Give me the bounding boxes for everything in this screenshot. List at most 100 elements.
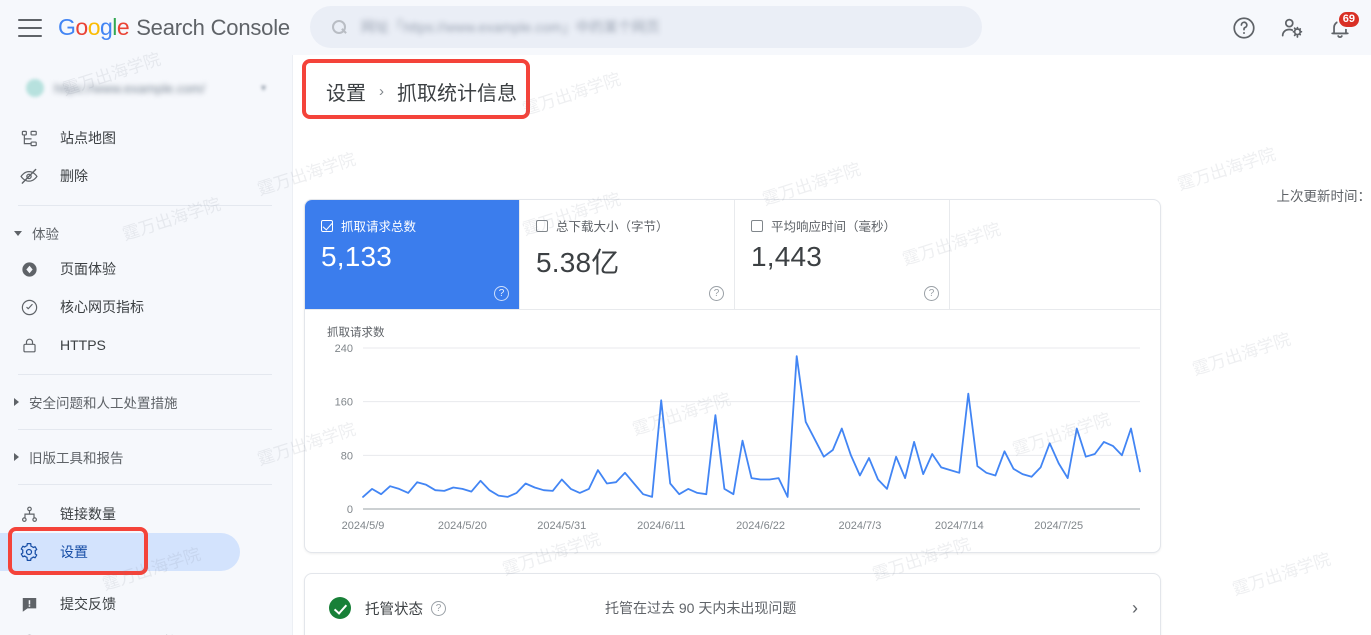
crawl-requests-chart: 抓取请求数 0801602402024/5/92024/5/202024/5/3…	[305, 310, 1160, 553]
metric-card-total-download-size[interactable]: 总下载大小（字节） 5.38亿 ?	[520, 200, 735, 309]
sidebar-item-label: 页面体验	[60, 259, 116, 279]
feedback-icon	[18, 593, 40, 615]
sidebar-item-settings[interactable]: 设置	[0, 533, 240, 571]
chevron-right-icon: ›	[379, 83, 384, 100]
chevron-right-icon[interactable]: ›	[1132, 598, 1138, 619]
metric-cards-filler	[950, 200, 1160, 309]
sidebar-group-label: 旧版工具和报告	[29, 447, 124, 467]
eye-off-icon	[18, 165, 40, 187]
metric-card-value: 5,133	[321, 241, 505, 273]
breadcrumb-current: 抓取统计信息	[397, 77, 517, 106]
bell-icon[interactable]: 69	[1327, 15, 1353, 41]
gear-icon	[18, 541, 40, 563]
sidebar-item-about-search-console[interactable]: Search Console 简介	[0, 623, 240, 635]
chart-x-tick-label: 2024/6/11	[637, 520, 685, 532]
sidebar-item-label: 删除	[60, 166, 88, 186]
metric-card-header: 抓取请求总数	[321, 216, 505, 235]
metric-card-header: 平均响应时间（毫秒）	[751, 216, 935, 235]
hosting-status-label: 托管状态 ?	[365, 598, 446, 619]
metric-cards: 抓取请求总数 5,133 ? 总下载大小（字节） 5.38亿 ?	[305, 200, 1160, 310]
divider	[18, 484, 272, 485]
sidebar-item-page-experience[interactable]: 页面体验	[0, 250, 240, 288]
divider	[18, 429, 272, 430]
sidebar-group-label: 体验	[32, 223, 59, 243]
checkbox-icon[interactable]	[321, 220, 333, 232]
crawl-stats-panel: 抓取请求总数 5,133 ? 总下载大小（字节） 5.38亿 ?	[304, 199, 1161, 553]
core-web-vitals-icon	[18, 296, 40, 318]
sidebar-item-label: 核心网页指标	[60, 297, 144, 317]
metric-card-value: 1,443	[751, 241, 935, 273]
help-circle-icon[interactable]: ?	[709, 286, 724, 301]
metric-card-label: 总下载大小（字节）	[556, 216, 669, 235]
last-update-label: 上次更新时间：	[1277, 185, 1371, 205]
top-bar-actions: 69	[1231, 0, 1353, 55]
property-selector[interactable]: https://www.example.com/ ▾	[16, 67, 276, 109]
sidebar-item-sitemaps[interactable]: 站点地图	[0, 119, 240, 157]
metric-card-total-crawl-requests[interactable]: 抓取请求总数 5,133 ?	[305, 200, 520, 309]
search-icon	[332, 20, 347, 35]
hamburger-menu-icon[interactable]	[18, 19, 42, 37]
sidebar-item-https[interactable]: HTTPS	[0, 326, 240, 364]
sidebar-item-submit-feedback[interactable]: 提交反馈	[0, 585, 240, 623]
sitemap-icon	[18, 127, 40, 149]
triangle-icon	[14, 398, 19, 406]
sidebar-item-label: HTTPS	[60, 337, 106, 353]
sidebar-group-label: 安全问题和人工处置措施	[29, 392, 178, 412]
sidebar-item-label: 设置	[60, 542, 88, 562]
sidebar-item-core-web-vitals[interactable]: 核心网页指标	[0, 288, 240, 326]
chart-y-tick-label: 160	[335, 397, 353, 409]
chart-x-tick-label: 2024/5/20	[438, 520, 487, 532]
metric-card-value: 5.38亿	[536, 241, 720, 281]
chart-svg-container: 0801602402024/5/92024/5/202024/5/312024/…	[305, 338, 1161, 543]
links-icon	[18, 503, 40, 525]
main-content: 设置 › 抓取统计信息 上次更新时间： 抓取请求总数 5,133 ?	[293, 55, 1371, 635]
status-title: 托管状态	[365, 598, 423, 619]
hosting-status-message: 托管在过去 90 天内未出现问题	[605, 598, 796, 618]
chart-x-tick-label: 2024/7/14	[935, 520, 984, 532]
help-circle-icon[interactable]	[1231, 15, 1257, 41]
sidebar-item-label: 提交反馈	[60, 594, 116, 614]
sidebar-group-legacy-tools[interactable]: 旧版工具和报告	[0, 440, 292, 474]
app-brand: Google Search Console	[58, 14, 290, 41]
page-experience-icon	[18, 258, 40, 280]
info-icon	[18, 631, 40, 635]
divider	[18, 205, 272, 206]
sidebar-group-experience[interactable]: 体验	[0, 216, 292, 250]
metric-card-average-response-time[interactable]: 平均响应时间（毫秒） 1,443 ?	[735, 200, 950, 309]
divider	[18, 374, 272, 375]
search-input[interactable]: 网址「https://www.example.com」中的某个网页	[361, 17, 660, 37]
google-logo: Google	[58, 14, 129, 41]
chart-x-tick-label: 2024/7/3	[839, 520, 882, 532]
sidebar-item-links[interactable]: 链接数量	[0, 495, 240, 533]
triangle-icon	[14, 453, 19, 461]
sidebar-item-label: 站点地图	[60, 128, 116, 148]
line-chart[interactable]: 0801602402024/5/92024/5/202024/5/312024/…	[305, 338, 1161, 543]
help-circle-icon[interactable]: ?	[431, 601, 446, 616]
notification-badge: 69	[1337, 10, 1361, 29]
breadcrumb: 设置 › 抓取统计信息	[312, 69, 531, 114]
chart-series-line	[363, 356, 1140, 497]
property-selector-label: https://www.example.com/	[54, 81, 251, 96]
metric-card-header: 总下载大小（字节）	[536, 216, 720, 235]
breadcrumb-parent[interactable]: 设置	[326, 77, 366, 106]
globe-icon	[26, 79, 44, 97]
triangle-icon	[14, 231, 22, 236]
search-bar[interactable]: 网址「https://www.example.com」中的某个网页	[310, 6, 982, 48]
chevron-down-icon: ▾	[261, 83, 266, 94]
metric-card-label: 平均响应时间（毫秒）	[771, 216, 896, 235]
checkbox-icon[interactable]	[751, 220, 763, 232]
chart-x-tick-label: 2024/7/25	[1034, 520, 1083, 532]
app-title: Search Console	[136, 15, 290, 41]
account-settings-icon[interactable]	[1279, 15, 1305, 41]
help-circle-icon[interactable]: ?	[494, 286, 509, 301]
hosting-status-row[interactable]: 托管状态 ? 托管在过去 90 天内未出现问题 ›	[304, 573, 1161, 635]
chart-x-tick-label: 2024/5/9	[342, 520, 385, 532]
metric-card-label: 抓取请求总数	[341, 216, 416, 235]
chart-x-tick-label: 2024/5/31	[537, 520, 586, 532]
sidebar-nav: 站点地图 删除 体验	[0, 119, 292, 635]
help-circle-icon[interactable]: ?	[924, 286, 939, 301]
sidebar-group-security-manual-actions[interactable]: 安全问题和人工处置措施	[0, 385, 292, 419]
sidebar-item-removals[interactable]: 删除	[0, 157, 240, 195]
sidebar: https://www.example.com/ ▾ 站点地图	[0, 55, 293, 635]
checkbox-icon[interactable]	[536, 220, 548, 232]
